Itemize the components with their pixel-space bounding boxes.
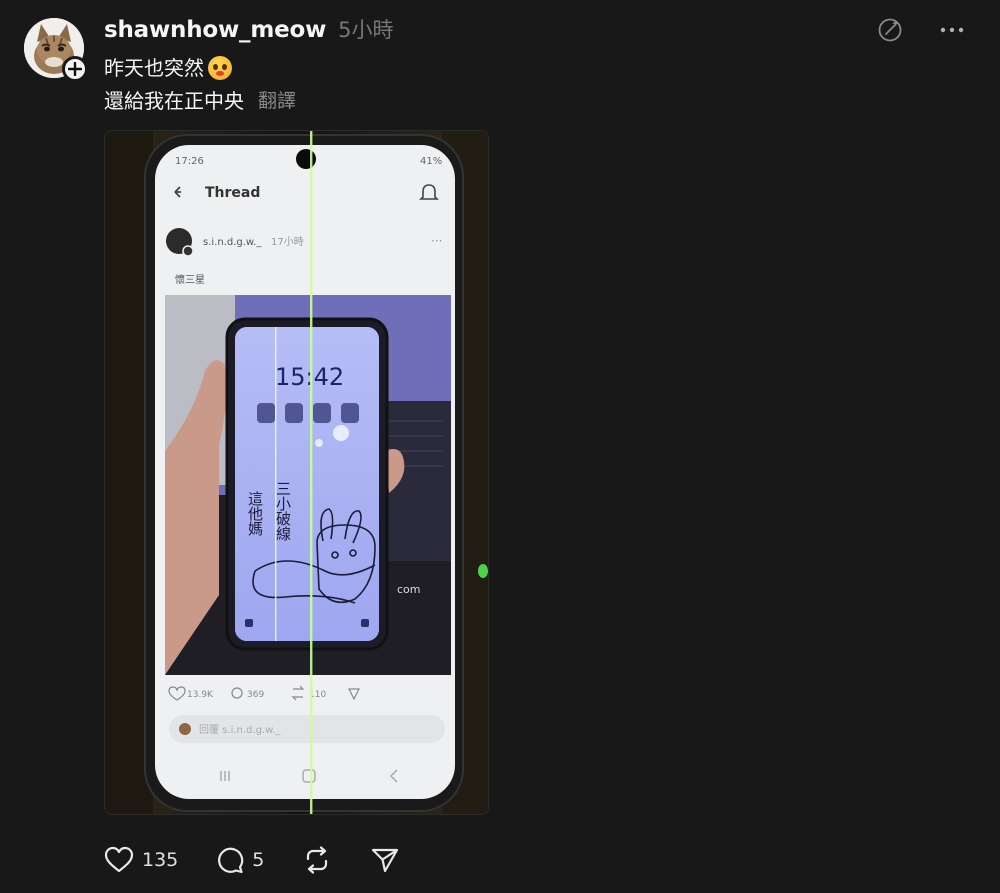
ai-compose-icon[interactable] bbox=[876, 16, 904, 44]
inner-reply-placeholder: 回覆 s.i.n.d.g.w._ bbox=[199, 724, 282, 736]
phone-photo-illustration: 17:26 41% Thread s.i.n.d.g.w._ 17小時 ··· … bbox=[105, 131, 488, 814]
reply-count: 5 bbox=[252, 849, 265, 871]
share-button[interactable] bbox=[370, 846, 400, 874]
svg-text:···: ··· bbox=[431, 234, 442, 248]
comment-icon bbox=[218, 847, 244, 874]
post-header: shawnhow_meow 5小時 bbox=[104, 14, 394, 46]
send-icon bbox=[372, 848, 399, 873]
plus-icon bbox=[68, 62, 82, 76]
post-text-line-2: 還給我在正中央 翻譯 bbox=[104, 87, 296, 115]
inner-likes: 13.9K bbox=[187, 690, 214, 700]
thread-post: shawnhow_meow 5小時 昨天也突然 還給我在正中央 翻譯 17:26… bbox=[0, 0, 1000, 893]
post-text-line-1: 昨天也突然 bbox=[104, 54, 232, 82]
wallpaper-text-right: 三小破線 bbox=[274, 481, 292, 541]
repost-button[interactable] bbox=[302, 846, 332, 874]
post-actions: 135 5 bbox=[104, 846, 438, 874]
username-link[interactable]: shawnhow_meow bbox=[104, 17, 326, 43]
inner-brand: com bbox=[397, 583, 421, 596]
heart-icon bbox=[104, 846, 134, 873]
like-count: 135 bbox=[142, 849, 179, 871]
inner-time: 17小時 bbox=[271, 236, 304, 248]
translate-link[interactable]: 翻譯 bbox=[258, 87, 296, 115]
avatar[interactable] bbox=[24, 18, 88, 82]
post-text: 昨天也突然 bbox=[104, 56, 204, 80]
like-button[interactable]: 135 bbox=[104, 846, 178, 874]
status-battery: 41% bbox=[420, 156, 442, 167]
inner-header-title: Thread bbox=[205, 185, 260, 201]
inner-username: s.i.n.d.g.w._ bbox=[203, 237, 262, 248]
post-text: 還給我在正中央 bbox=[104, 89, 244, 113]
flushed-face-emoji-icon bbox=[208, 56, 232, 80]
follow-button[interactable] bbox=[62, 56, 88, 82]
repost-icon bbox=[307, 846, 328, 874]
post-photo[interactable]: 17:26 41% Thread s.i.n.d.g.w._ 17小時 ··· … bbox=[104, 130, 489, 815]
status-time: 17:26 bbox=[175, 156, 204, 167]
inner-replies: 369 bbox=[247, 690, 264, 700]
lock-screen-time: 15:42 bbox=[275, 363, 344, 391]
post-top-actions bbox=[876, 16, 966, 44]
reply-button[interactable]: 5 bbox=[216, 846, 264, 874]
wallpaper-text-left: 這他媽 bbox=[246, 491, 264, 536]
post-time: 5小時 bbox=[338, 18, 394, 42]
more-options-icon[interactable] bbox=[938, 16, 966, 44]
inner-text: 懷三星 bbox=[175, 274, 205, 286]
